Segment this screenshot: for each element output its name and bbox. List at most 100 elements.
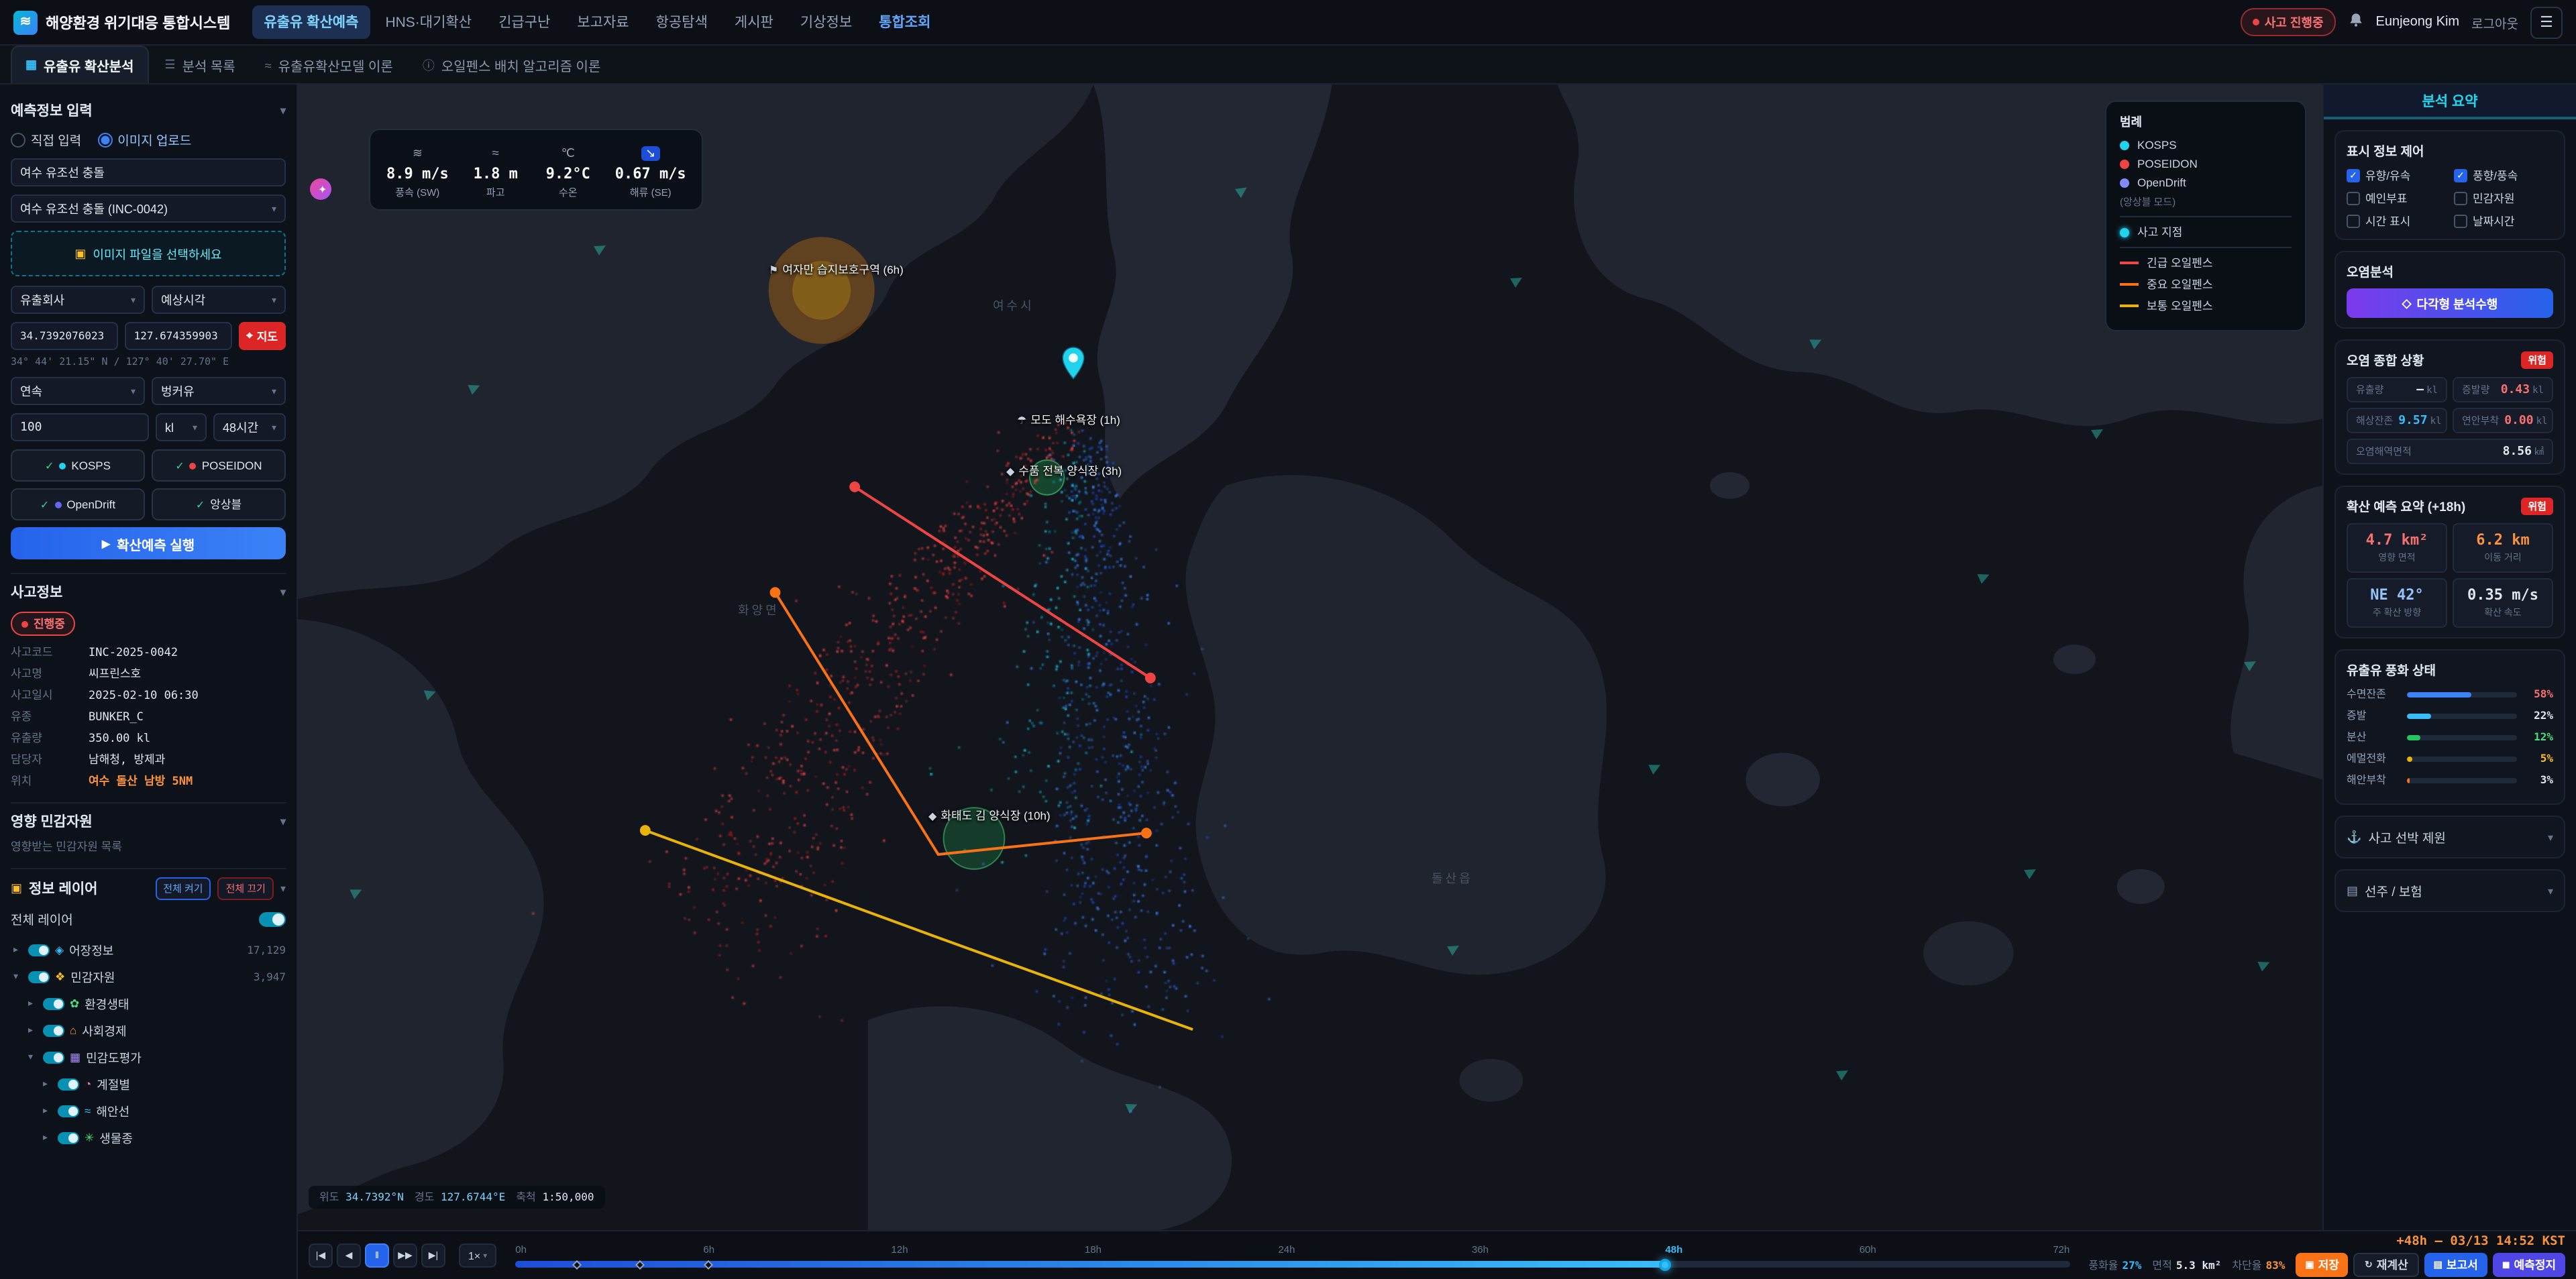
model-toggle-앙상블[interactable]: ✓앙상블	[152, 488, 286, 520]
layer-tree-item[interactable]: ▸◔계절별	[11, 1070, 286, 1097]
nav-item-0[interactable]: 유출유 확산예측	[252, 5, 370, 39]
collapsed-section-1[interactable]: ▤선주 / 보험▾	[2334, 869, 2565, 912]
time-select[interactable]: 예상시각▾	[152, 286, 286, 314]
layer-toggle[interactable]	[28, 970, 50, 983]
timeline-tick[interactable]: 18h	[1085, 1243, 1102, 1256]
amount-input[interactable]	[11, 413, 149, 441]
timeline-tick[interactable]: 6h	[703, 1243, 714, 1256]
timeline-slider[interactable]	[515, 1261, 2070, 1268]
chevron-icon[interactable]: ▸	[13, 944, 23, 955]
company-select[interactable]: 유출회사▾	[11, 286, 145, 314]
notification-bell-icon[interactable]	[2348, 10, 2364, 34]
map-canvas[interactable]: 여수시화양면돌산읍 ⚑여자만 습지보호구역 (6h)☂모도 해수욕장 (1h)◆…	[298, 85, 2322, 1230]
layer-toggle[interactable]	[43, 1051, 64, 1063]
footer-button-저장[interactable]: ▣저장	[2296, 1253, 2349, 1277]
map-marker-2[interactable]: ◆수품 전복 양식장 (3h)	[1006, 463, 1122, 479]
incident-name-input[interactable]	[11, 158, 286, 186]
layer-tree-item[interactable]: ▸≈해안선	[11, 1097, 286, 1124]
layers-all-on-button[interactable]: 전체 켜기	[155, 877, 211, 900]
timeline-tick[interactable]: 48h	[1665, 1243, 1682, 1256]
footer-button-예측정지[interactable]: ◼예측정지	[2493, 1253, 2565, 1277]
display-option-1[interactable]: ✓풍향/풍속	[2454, 168, 2553, 184]
checkbox[interactable]	[2347, 192, 2360, 205]
polygon-analysis-button[interactable]: ◇ 다각형 분석수행	[2347, 288, 2553, 318]
layer-toggle[interactable]	[58, 1078, 79, 1090]
model-toggle-KOSPS[interactable]: ✓KOSPS	[11, 449, 145, 482]
checkbox[interactable]	[2454, 215, 2467, 228]
display-option-3[interactable]: 민감자원	[2454, 190, 2553, 207]
run-forecast-button[interactable]: ▶ 확산예측 실행	[11, 527, 286, 559]
tab-0[interactable]: ▦유출유 확산분석	[11, 46, 148, 83]
pause-button[interactable]: ‖	[365, 1243, 389, 1268]
footer-button-보고서[interactable]: ▤보고서	[2424, 1253, 2487, 1277]
layer-tree-item[interactable]: ▸⌂사회경제	[11, 1017, 286, 1044]
chevron-icon[interactable]: ▾	[13, 971, 23, 982]
layer-toggle[interactable]	[28, 944, 50, 956]
menu-icon[interactable]: ☰	[2530, 6, 2563, 38]
layer-toggle[interactable]	[58, 1131, 79, 1144]
chevron-icon[interactable]: ▸	[28, 1025, 38, 1036]
timeline-tick[interactable]: 24h	[1278, 1243, 1295, 1256]
speed-select[interactable]: 1× ▾	[459, 1243, 496, 1268]
timeline-tick[interactable]: 72h	[2053, 1243, 2070, 1256]
layers-all-off-button[interactable]: 전체 끄기	[218, 877, 274, 900]
map-marker-0[interactable]: ⚑여자만 습지보호구역 (6h)	[769, 262, 904, 278]
logout-button[interactable]: 로그아웃	[2471, 13, 2518, 32]
nav-item-1[interactable]: HNS·대기확산	[373, 5, 484, 39]
timeline-tick[interactable]: 36h	[1472, 1243, 1489, 1256]
incident-pin[interactable]	[1061, 346, 1085, 388]
footer-button-재계산[interactable]: ↻재계산	[2354, 1253, 2419, 1277]
master-layer-toggle[interactable]	[259, 911, 286, 926]
layer-tree-item[interactable]: ▾❖민감자원3,947	[11, 963, 286, 990]
oil-type-select[interactable]: 벙커유▾	[152, 377, 286, 405]
mode-image-radio[interactable]: 이미지 업로드	[97, 130, 191, 149]
nav-item-3[interactable]: 보고자료	[565, 5, 641, 39]
incident-select[interactable]: 여수 유조선 충돌 (INC-0042) ▾	[11, 194, 286, 223]
duration-select[interactable]: 48시간▾	[213, 413, 286, 441]
nav-item-6[interactable]: 기상정보	[788, 5, 864, 39]
incident-alert-badge[interactable]: 사고 진행중	[2241, 8, 2336, 36]
latitude-input[interactable]	[11, 322, 118, 350]
map-marker-3[interactable]: ◆화태도 김 양식장 (10h)	[928, 808, 1051, 824]
unit-select[interactable]: kl▾	[156, 413, 207, 441]
fast-forward-button[interactable]: ▶▶	[393, 1243, 417, 1268]
map-marker-1[interactable]: ☂모도 해수욕장 (1h)	[1017, 412, 1120, 428]
layer-tree-item[interactable]: ▸◈어장정보17,129	[11, 936, 286, 963]
tab-2[interactable]: ≈유출유확산모델 이론	[252, 47, 407, 83]
display-option-0[interactable]: ✓유향/유속	[2347, 168, 2446, 184]
tab-1[interactable]: ☰분석 목록	[151, 47, 248, 83]
step-back-button[interactable]: ◀	[337, 1243, 361, 1268]
display-option-4[interactable]: 시간 표시	[2347, 213, 2446, 229]
collapsed-section-0[interactable]: ⚓사고 선박 제원▾	[2334, 816, 2565, 858]
tab-3[interactable]: ⓘ오일펜스 배치 알고리즘 이론	[409, 47, 614, 83]
mode-direct-radio[interactable]: 직접 입력	[11, 130, 81, 149]
chevron-icon[interactable]: ▸	[43, 1105, 52, 1116]
chevron-icon[interactable]: ▸	[43, 1078, 52, 1089]
chevron-icon[interactable]: ▸	[43, 1132, 52, 1143]
skip-start-button[interactable]: |◀	[309, 1243, 333, 1268]
layer-tree-item[interactable]: ▸✳생물종	[11, 1124, 286, 1151]
pick-on-map-button[interactable]: ⌖지도	[238, 322, 286, 350]
display-option-2[interactable]: 예인부표	[2347, 190, 2446, 207]
checkbox[interactable]: ✓	[2347, 169, 2360, 182]
layer-tree-item[interactable]: ▾▦민감도평가	[11, 1044, 286, 1070]
layer-tree-item[interactable]: ▸✿환경생태	[11, 990, 286, 1017]
checkbox[interactable]: ✓	[2454, 169, 2467, 182]
nav-item-2[interactable]: 긴급구난	[486, 5, 562, 39]
nav-item-5[interactable]: 게시판	[722, 5, 786, 39]
image-upload-dropzone[interactable]: ▣ 이미지 파일을 선택하세요	[11, 231, 286, 276]
skip-end-button[interactable]: ▶|	[421, 1243, 445, 1268]
slider-handle[interactable]	[1660, 1258, 1672, 1270]
sensitive-section-header[interactable]: 영향 민감자원 ▾	[11, 812, 286, 832]
user-name[interactable]: Eunjeong Kim	[2376, 15, 2460, 30]
timeline-tick[interactable]: 12h	[892, 1243, 908, 1256]
ai-assist-button[interactable]: ✦	[310, 178, 331, 200]
model-toggle-POSEIDON[interactable]: ✓POSEIDON	[152, 449, 286, 482]
chevron-icon[interactable]: ▾	[28, 1052, 38, 1062]
checkbox[interactable]	[2454, 192, 2467, 205]
chevron-icon[interactable]: ▸	[28, 998, 38, 1009]
layer-toggle[interactable]	[43, 1024, 64, 1036]
longitude-input[interactable]	[125, 322, 232, 350]
display-option-5[interactable]: 날짜시간	[2454, 213, 2553, 229]
model-toggle-OpenDrift[interactable]: ✓OpenDrift	[11, 488, 145, 520]
